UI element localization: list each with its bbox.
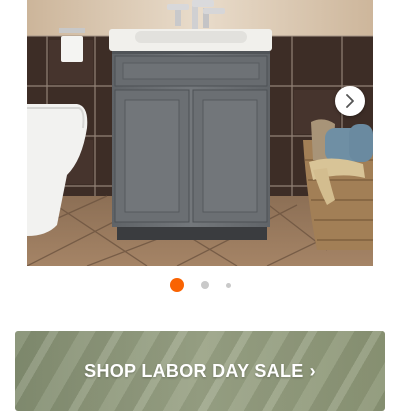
carousel-dot[interactable] xyxy=(225,282,231,288)
banner-label-row: SHOP LABOR DAY SALE › xyxy=(15,361,385,382)
chevron-right-icon xyxy=(346,94,354,108)
product-image xyxy=(27,0,373,266)
product-image-gallery[interactable] xyxy=(27,0,373,266)
carousel-pagination xyxy=(0,278,400,292)
carousel-dot-active[interactable] xyxy=(169,278,184,292)
chevron-right-icon: › xyxy=(309,361,316,381)
banner-label: SHOP LABOR DAY SALE xyxy=(84,361,304,381)
next-image-button[interactable] xyxy=(335,86,365,116)
labor-day-sale-banner[interactable]: SHOP LABOR DAY SALE › xyxy=(15,331,385,411)
carousel-dot[interactable] xyxy=(200,281,209,289)
